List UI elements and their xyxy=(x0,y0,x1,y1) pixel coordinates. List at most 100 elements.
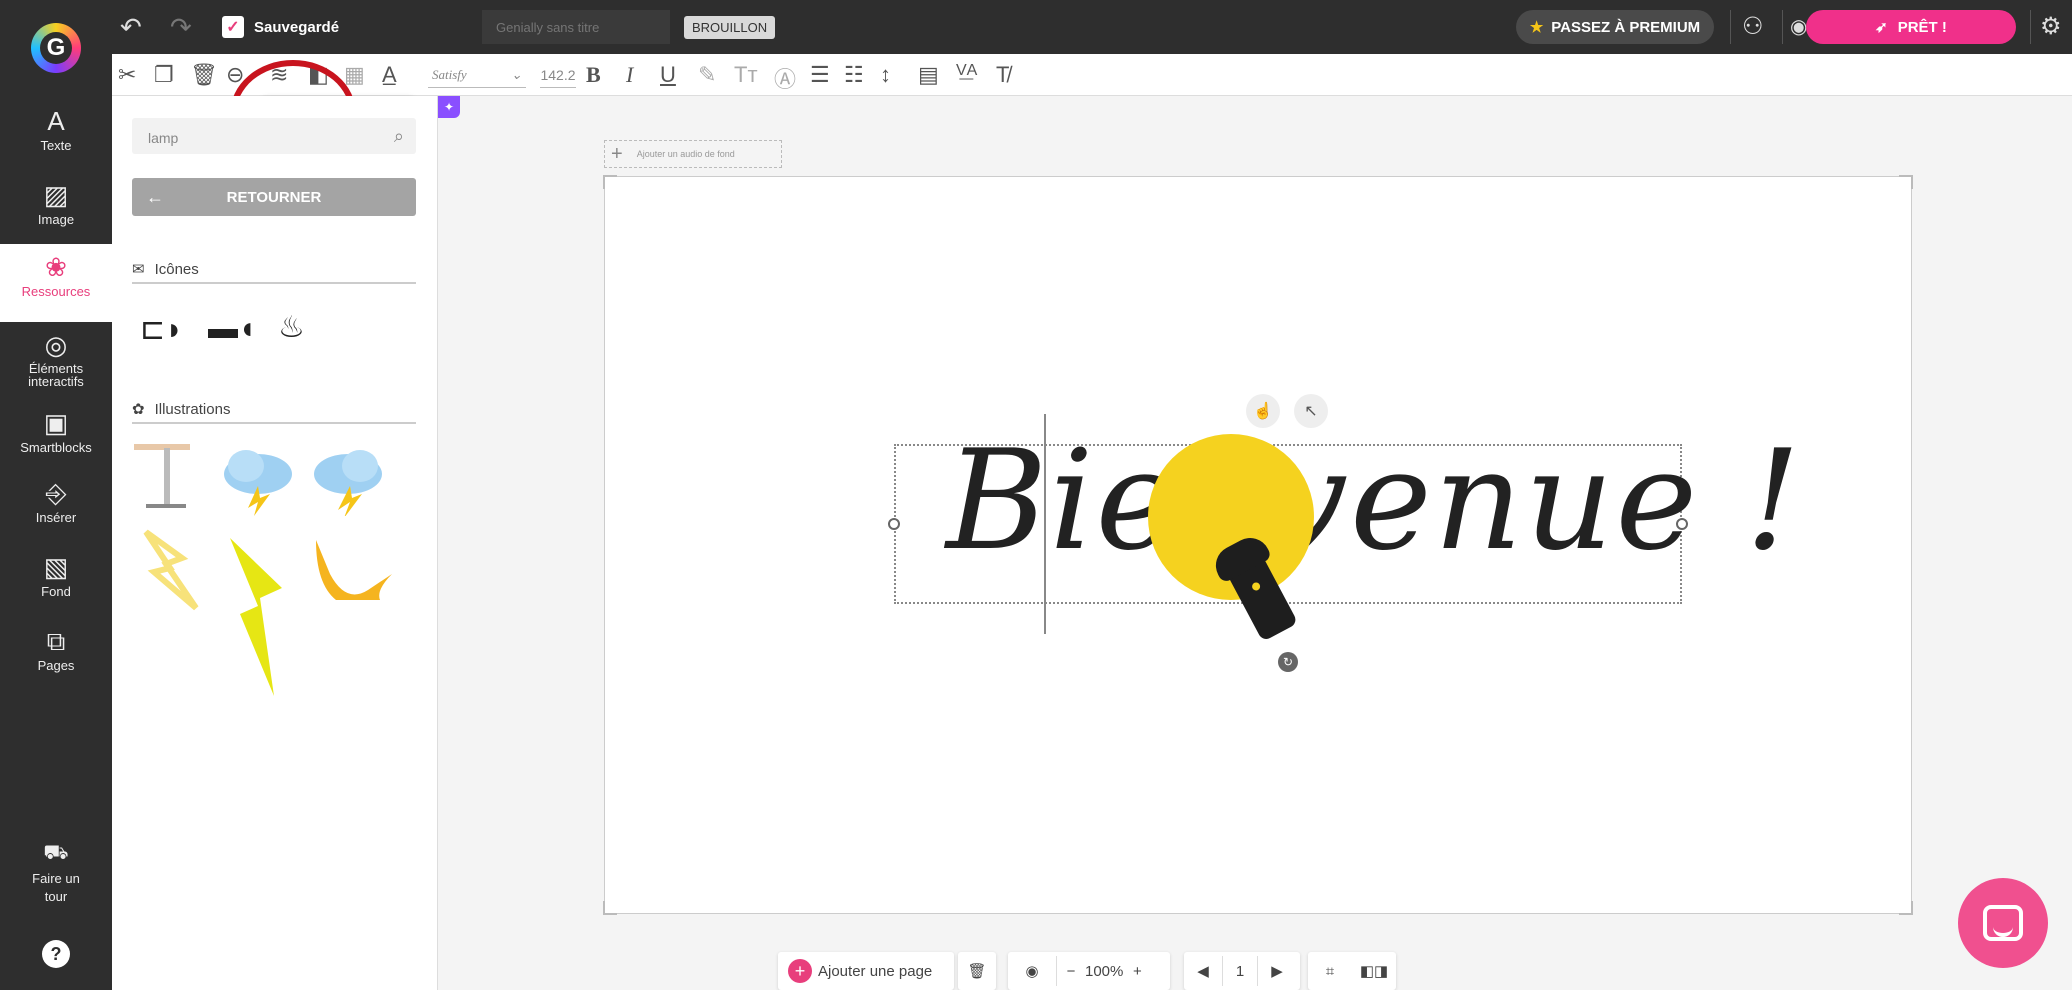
star-icon: ★ xyxy=(1529,19,1544,36)
flashlight-button xyxy=(1250,581,1262,592)
sidebar-item-background[interactable]: ▧ Fond xyxy=(0,552,112,599)
fit-screen-icon[interactable]: ⌗ xyxy=(1308,963,1352,980)
add-background-audio[interactable]: + Ajouter un audio de fond xyxy=(604,140,782,168)
transparency-icon[interactable]: ▦ xyxy=(344,62,365,88)
app-root: ↶ ↷ ✓ Sauvegardé BROUILLON ★ PASSEZ À PR… xyxy=(0,0,2072,990)
delete-page-button[interactable]: 🗑 xyxy=(958,952,996,990)
delete-icon[interactable]: 🗑 xyxy=(190,62,218,88)
zoom-controls: ◉ − 100% + xyxy=(1008,952,1170,990)
search-input[interactable]: lamp ⌕ xyxy=(132,118,416,154)
add-page-button[interactable]: + Ajouter une page xyxy=(778,952,954,990)
font-select[interactable]: Satisfy ⌄ xyxy=(428,62,526,88)
pages-icon: ⧉ xyxy=(46,626,66,656)
rotate-handle-icon[interactable]: ↻ xyxy=(1278,652,1298,672)
search-value: lamp xyxy=(148,130,179,146)
view-controls: ⌗ ◧◨ xyxy=(1308,952,1396,990)
corner-marker xyxy=(1899,901,1913,915)
search-icon[interactable]: ⌕ xyxy=(394,126,404,147)
list-icon[interactable]: ☷ xyxy=(844,62,864,88)
lightning-cloud-illustration[interactable] xyxy=(308,446,388,516)
text-case-icon[interactable]: Tт xyxy=(734,62,758,88)
ready-button[interactable]: ➶ PRÊT ! xyxy=(1806,10,2016,44)
italic-icon[interactable]: I xyxy=(626,62,633,88)
pin-icon[interactable]: ✦ xyxy=(438,96,460,118)
line-height-icon[interactable]: ↕ xyxy=(880,62,891,88)
audio-label: Ajouter un audio de fond xyxy=(636,149,735,159)
chat-icon xyxy=(1983,905,2023,941)
underline-icon[interactable]: U xyxy=(660,62,676,88)
desk-lamp-illustration[interactable] xyxy=(130,442,210,512)
sidebar-item-resources[interactable]: ❀ Ressources xyxy=(0,244,112,322)
zoom-in-button[interactable]: + xyxy=(1123,963,1151,980)
paragraph-spacing-icon[interactable]: ▤ xyxy=(918,62,939,88)
prev-page-icon[interactable]: ◀ xyxy=(1184,962,1222,980)
oil-lamp-icon[interactable]: ♨ xyxy=(278,310,305,345)
sidebar-item-label: Smartblocks xyxy=(20,440,92,455)
text-color-icon[interactable]: A̲ xyxy=(382,62,397,88)
resources-icon: ❀ xyxy=(45,252,67,282)
letter-spacing-icon[interactable]: V͟A xyxy=(956,62,977,80)
interactive-icon: ◎ xyxy=(44,330,68,360)
bold-icon[interactable]: B xyxy=(586,62,601,88)
preview-eye-icon[interactable]: ◉ xyxy=(1790,14,1807,39)
settings-gear-icon[interactable]: ⚙ xyxy=(2040,12,2062,41)
sidebar-item-smartblocks[interactable]: ▣ Smartblocks xyxy=(0,408,112,455)
zoom-level: 100% xyxy=(1085,962,1124,980)
flashlight-outline-icon[interactable]: ⊏◗ xyxy=(140,312,183,347)
copy-icon[interactable]: ❐ xyxy=(154,62,174,88)
format-toolbar: ✂ ❐ 🗑 ⊖ ≋ ◧ ▦ A̲ Satisfy ⌄ 142.2 B I U ✎… xyxy=(112,54,2072,96)
welcome-title[interactable]: Bienvenue ! xyxy=(946,420,1802,581)
add-user-icon[interactable]: ⚇ xyxy=(1742,12,1764,41)
cut-icon[interactable]: ✂ xyxy=(118,62,136,88)
genially-logo[interactable]: G xyxy=(31,23,81,73)
sidebar-item-label: Pages xyxy=(37,658,75,673)
preview-eye-icon[interactable]: ◉ xyxy=(1008,962,1056,980)
font-name: Satisfy xyxy=(432,66,467,82)
background-icon: ▧ xyxy=(43,552,69,582)
save-status-label: Sauvegardé xyxy=(254,18,340,36)
page-navigation: ◀ 1 ▶ xyxy=(1184,952,1300,990)
envelope-icon: ✉ xyxy=(132,261,145,278)
font-size-field[interactable]: 142.2 xyxy=(540,62,576,88)
highlight-icon[interactable]: ✎ xyxy=(698,62,716,88)
icons-section-header: ✉ Icônes xyxy=(132,256,416,284)
chat-support-button[interactable] xyxy=(1958,878,2048,968)
next-page-icon[interactable]: ▶ xyxy=(1258,962,1296,980)
sidebar-item-interactive[interactable]: ◎ Éléments interactifs xyxy=(0,330,112,388)
save-status: ✓ Sauvegardé xyxy=(222,16,339,38)
premium-label: PASSEZ À PREMIUM xyxy=(1551,18,1701,36)
undo-icon[interactable]: ↶ xyxy=(120,12,142,43)
sidebar-item-insert[interactable]: ⎆ Insérer xyxy=(0,478,112,525)
split-view-icon[interactable]: ◧◨ xyxy=(1352,962,1396,980)
insert-icon: ⎆ xyxy=(45,478,67,508)
sidebar-item-image[interactable]: ▨ Image xyxy=(0,180,112,227)
genie-lamp-illustration[interactable] xyxy=(306,534,396,614)
flashlight-filled-icon[interactable]: ▬◖ xyxy=(208,312,256,346)
chevron-down-icon: ⌄ xyxy=(511,66,522,82)
text-shadow-icon[interactable]: Ⓐ xyxy=(774,62,796,94)
sidebar-item-pages[interactable]: ⧉ Pages xyxy=(0,626,112,673)
illustrations-section-header: ✿ Illustrations xyxy=(132,396,416,424)
storm-cloud-illustration[interactable] xyxy=(218,446,298,516)
add-page-label: Ajouter une page xyxy=(818,962,933,980)
back-button[interactable]: ← RETOURNER xyxy=(132,178,416,216)
redo-icon[interactable]: ↷ xyxy=(170,12,192,43)
align-center-icon[interactable]: ☰ xyxy=(810,62,830,88)
tour-button[interactable]: ⛟ Faire un tour xyxy=(0,838,112,906)
premium-button[interactable]: ★ PASSEZ À PREMIUM xyxy=(1516,10,1714,44)
back-label: RETOURNER xyxy=(226,188,322,206)
help-button[interactable]: ? xyxy=(42,940,70,968)
sidebar-item-text[interactable]: A Texte xyxy=(0,106,112,153)
clear-format-icon[interactable]: T̸ xyxy=(996,62,1009,88)
left-sidebar: A Texte ▨ Image ❀ Ressources ◎ Éléments … xyxy=(0,96,112,990)
title-input[interactable] xyxy=(482,10,670,44)
zoom-out-button[interactable]: − xyxy=(1057,963,1085,980)
page-number: 1 xyxy=(1235,962,1245,980)
divider xyxy=(1782,10,1783,44)
suitcase-icon: ⛟ xyxy=(43,842,69,864)
logo-letter: G xyxy=(40,32,72,64)
resize-handle-left[interactable] xyxy=(888,518,900,530)
yellow-bolt-illustration[interactable] xyxy=(224,536,294,706)
neon-lightning-illustration[interactable] xyxy=(136,528,206,618)
logo-area: G xyxy=(0,0,112,96)
